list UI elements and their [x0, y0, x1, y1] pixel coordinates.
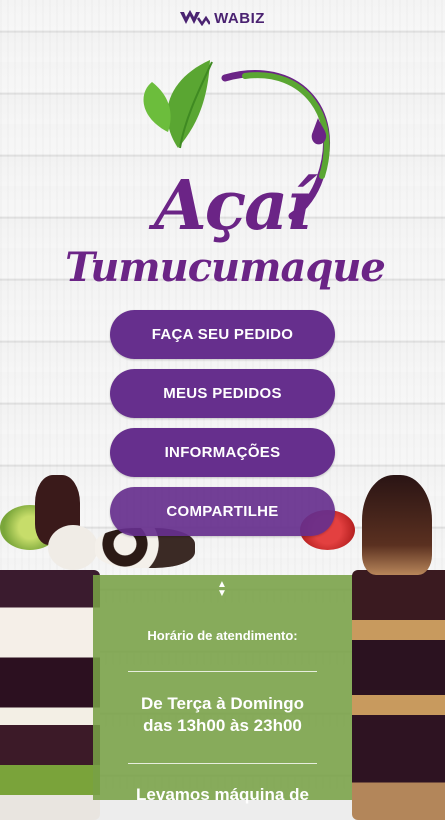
acai-cup-left	[0, 570, 100, 820]
acai-cup-right	[352, 570, 445, 820]
share-button[interactable]: COMPARTILHE	[110, 487, 335, 536]
divider	[128, 671, 317, 672]
hours-text: De Terça à Domingo das 13h00 às 23h00	[93, 693, 352, 737]
chevron-up-down-icon[interactable]: ▲ ▼	[214, 580, 230, 600]
order-button[interactable]: FAÇA SEU PEDIDO	[110, 310, 335, 359]
main-menu: FAÇA SEU PEDIDO MEUS PEDIDOS INFORMAÇÕES…	[110, 310, 335, 536]
cream-topping	[48, 525, 98, 570]
my-orders-button[interactable]: MEUS PEDIDOS	[110, 369, 335, 418]
info-panel: Horário de atendimento: De Terça à Domin…	[93, 575, 352, 804]
brownie-topping	[362, 475, 432, 575]
logo-word-acai: Açaí	[153, 166, 312, 246]
store-logo: Açaí Tumucumaque	[60, 48, 390, 291]
payment-note: Levamos máquina de	[136, 785, 309, 804]
logo-word-tumucumaque: Tumucumaque	[65, 244, 386, 291]
divider	[128, 763, 317, 764]
information-button[interactable]: INFORMAÇÕES	[110, 428, 335, 477]
wabiz-logo-icon	[180, 10, 211, 26]
hours-days: De Terça à Domingo	[140, 694, 305, 713]
app-header: WABIZ	[0, 0, 445, 36]
hours-title: Horário de atendimento:	[147, 628, 298, 643]
brand-name: WABIZ	[214, 9, 265, 27]
hours-time: das 13h00 às 23h00	[143, 716, 302, 735]
brand: WABIZ	[180, 10, 265, 27]
